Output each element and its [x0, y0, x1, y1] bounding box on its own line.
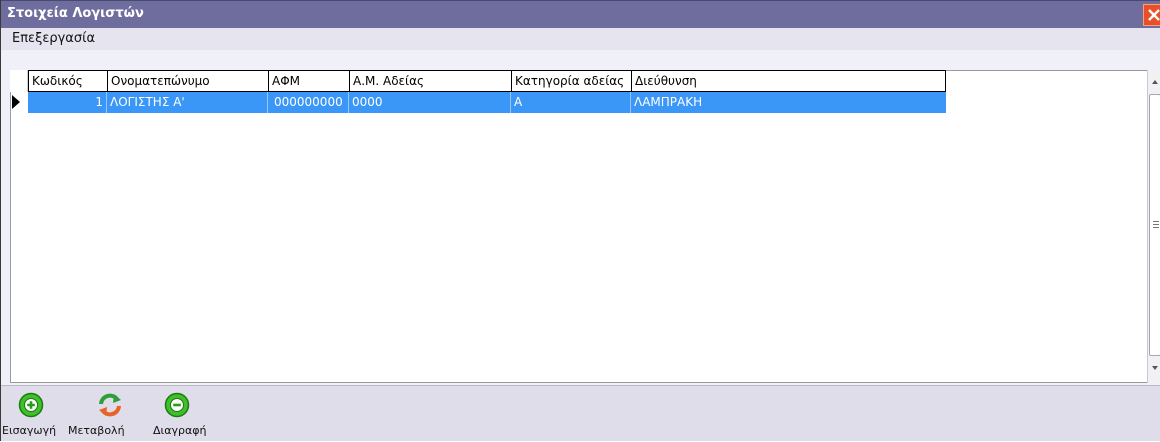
column-header-address[interactable]: Διεύθυνση	[631, 70, 946, 92]
column-header-license-number[interactable]: Α.Μ. Αδείας	[349, 70, 512, 92]
edit-label: Μεταβολή	[68, 424, 125, 437]
cell-address: ΛΑΜΠΡΑΚΗ	[634, 95, 703, 109]
cell-license-category: Α	[511, 92, 631, 113]
delete-button[interactable]: Διαγραφή	[150, 386, 218, 442]
grip-line	[1153, 224, 1159, 225]
row-indicator-header	[10, 70, 28, 92]
window: Στοιχεία Λογιστών Επεξεργασία Κωδικός Ον…	[0, 0, 1160, 441]
plus-circle-icon	[18, 392, 44, 418]
data-grid	[10, 70, 1147, 383]
menu-item-edit[interactable]: Επεξεργασία	[12, 31, 95, 46]
refresh-arrows-icon	[99, 393, 121, 417]
delete-label: Διαγραφή	[153, 424, 207, 437]
scroll-down-icon[interactable]	[1152, 366, 1158, 370]
window-title: Στοιχεία Λογιστών	[7, 6, 144, 21]
current-row-indicator-icon	[12, 95, 20, 109]
close-icon	[1148, 9, 1160, 21]
column-header-name[interactable]: Ονοματεπώνυμο	[107, 70, 269, 92]
bottom-toolbar: Εισαγωγή Μεταβολή Διαγραφή	[1, 385, 1160, 441]
insert-button[interactable]: Εισαγωγή	[1, 386, 69, 442]
close-button[interactable]	[1143, 4, 1160, 26]
scroll-up-icon[interactable]	[1152, 80, 1158, 84]
cell-license-number: 0000	[349, 92, 511, 113]
grip-line	[1153, 227, 1159, 228]
minus-circle-icon	[164, 392, 190, 418]
title-bar: Στοιχεία Λογιστών	[1, 0, 1160, 28]
cell-afm: 000000000	[268, 92, 349, 113]
cell-code: 1	[28, 92, 107, 113]
scroll-thumb[interactable]	[1149, 94, 1160, 356]
grip-line	[1153, 221, 1159, 222]
column-header-afm[interactable]: ΑΦΜ	[268, 70, 350, 92]
menu-bar: Επεξεργασία	[1, 28, 1160, 50]
cell-name: ΛΟΓΙΣΤΗΣ Α'	[107, 92, 268, 113]
edit-button[interactable]: Μεταβολή	[68, 386, 148, 442]
column-header-code[interactable]: Κωδικός	[28, 70, 108, 92]
table-row[interactable]: 1 ΛΟΓΙΣΤΗΣ Α' 000000000 0000 Α ΛΑΜΠΡΑΚΗ	[28, 92, 946, 113]
insert-label: Εισαγωγή	[2, 424, 57, 437]
column-header-license-category[interactable]: Κατηγορία αδείας	[511, 70, 632, 92]
vertical-scrollbar[interactable]	[1147, 70, 1160, 383]
